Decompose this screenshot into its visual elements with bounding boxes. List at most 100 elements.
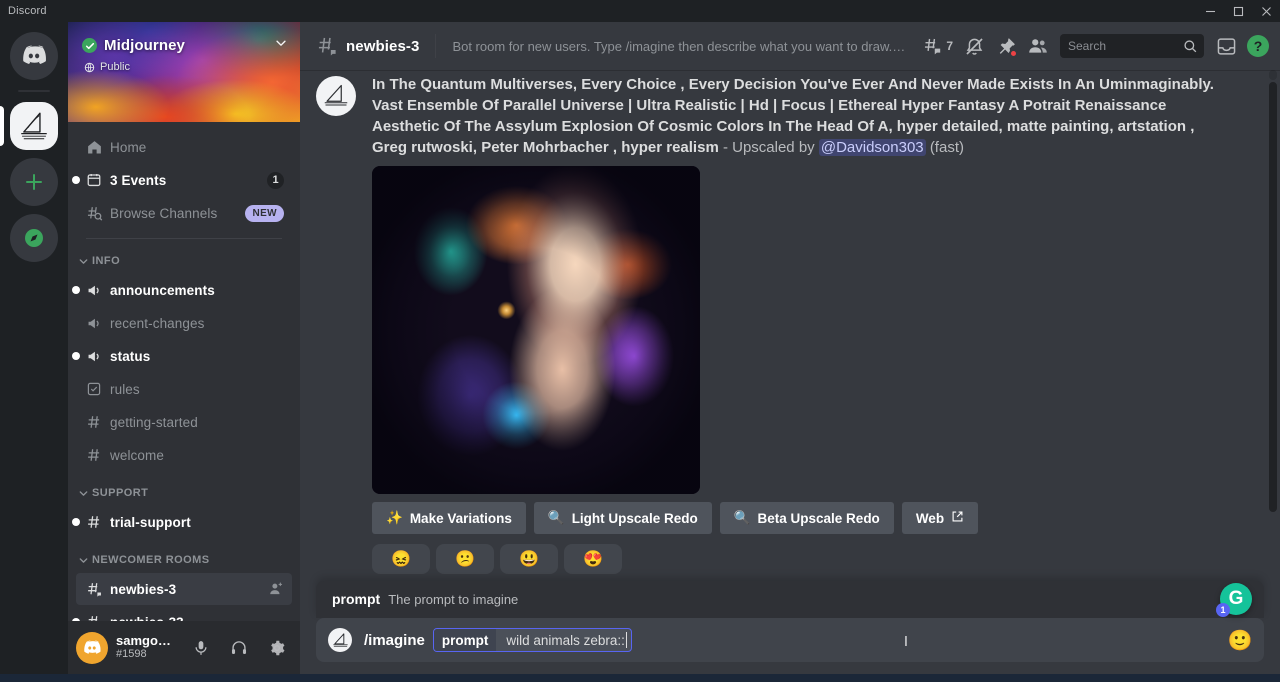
- message-action-buttons: ✨ Make Variations 🔍 Light Upscale Redo 🔍…: [372, 502, 1232, 534]
- help-icon[interactable]: ?: [1244, 30, 1272, 62]
- hash-thread-icon: [316, 35, 338, 57]
- sidebar-divider: [86, 238, 282, 239]
- sidebar-item-browse-channels-label: Browse Channels: [110, 206, 217, 221]
- heart-eyes-reaction[interactable]: 😍: [564, 544, 622, 574]
- search-input[interactable]: Search: [1060, 34, 1204, 58]
- command-argument-pill[interactable]: prompt wild animals zebra::: [433, 628, 632, 652]
- hash-icon: [84, 447, 104, 463]
- make-variations-label: Make Variations: [410, 511, 512, 526]
- header-divider: [435, 34, 436, 58]
- inbox-icon[interactable]: [1212, 30, 1240, 62]
- sidebar-item-recent-changes-label: recent-changes: [110, 316, 204, 331]
- sidebar-item-newbies-3[interactable]: newbies-3: [76, 573, 292, 605]
- close-button[interactable]: [1252, 0, 1280, 22]
- microphone-icon[interactable]: [186, 633, 216, 663]
- external-link-icon: [951, 510, 964, 526]
- magnifier-icon: 🔍: [734, 510, 751, 526]
- message-avatar[interactable]: [316, 76, 356, 574]
- server-rail-item-add[interactable]: [0, 158, 68, 206]
- title-bar: Discord: [0, 0, 1280, 22]
- message-scrollbar[interactable]: [1264, 70, 1280, 581]
- sidebar-item-recent-changes[interactable]: recent-changes: [76, 307, 292, 339]
- light-upscale-redo-label: Light Upscale Redo: [572, 511, 698, 526]
- server-rail-item-midjourney[interactable]: [0, 102, 68, 150]
- user-discriminator: #1598: [116, 648, 178, 661]
- sidebar-item-home[interactable]: Home: [76, 131, 292, 163]
- sidebar-item-rules[interactable]: rules: [76, 373, 292, 405]
- emoji-picker-icon[interactable]: 🙂: [1226, 626, 1254, 654]
- server-rail: [0, 22, 68, 674]
- server-banner[interactable]: Midjourney Public: [68, 22, 300, 122]
- rules-icon: [84, 381, 104, 397]
- scrollbar-thumb[interactable]: [1269, 82, 1277, 512]
- category-support[interactable]: SUPPORT: [68, 481, 300, 505]
- server-rail-item-discord[interactable]: [0, 32, 68, 80]
- notifications-muted-icon[interactable]: [960, 30, 988, 62]
- sidebar-item-browse-channels[interactable]: Browse Channels NEW: [76, 197, 292, 229]
- server-name-row[interactable]: Midjourney: [82, 36, 288, 55]
- server-name: Midjourney: [104, 37, 185, 54]
- command-argument-key: prompt: [434, 629, 497, 651]
- channel-topic[interactable]: Bot room for new users. Type /imagine th…: [452, 39, 907, 54]
- category-newcomer-rooms[interactable]: NEWCOMER ROOMS: [68, 548, 300, 572]
- web-button[interactable]: Web: [902, 502, 978, 534]
- beta-upscale-redo-button[interactable]: 🔍 Beta Upscale Redo: [720, 502, 894, 534]
- minimize-button[interactable]: [1196, 0, 1224, 22]
- hash-icon: [84, 514, 104, 530]
- category-info[interactable]: INFO: [68, 249, 300, 273]
- add-member-icon[interactable]: [268, 581, 284, 597]
- speed-label: (fast): [930, 139, 964, 156]
- new-badge: NEW: [245, 205, 284, 222]
- command-bot-avatar-icon: [328, 628, 352, 652]
- status-badge: [1009, 49, 1018, 58]
- chevron-down-icon: [78, 488, 89, 499]
- smiling-face-reaction[interactable]: 😃: [500, 544, 558, 574]
- gear-icon[interactable]: [262, 633, 292, 663]
- avatar[interactable]: [76, 632, 108, 664]
- message: In The Quantum Multiverses, Every Choice…: [300, 70, 1280, 574]
- header-actions: 7 Search: [919, 30, 1272, 62]
- sidebar-item-welcome[interactable]: welcome: [76, 439, 292, 471]
- sidebar-item-announcements-label: announcements: [110, 283, 215, 298]
- confused-face-reaction[interactable]: 😕: [436, 544, 494, 574]
- sidebar-item-getting-started[interactable]: getting-started: [76, 406, 292, 438]
- events-badge: 1: [267, 172, 284, 189]
- message-reactions: 😖 😕 😃 😍: [372, 544, 1232, 574]
- sidebar-item-events[interactable]: 3 Events 1: [76, 164, 292, 196]
- sidebar-item-status-label: status: [110, 349, 150, 364]
- threads-count: 7: [946, 39, 953, 53]
- server-privacy: Public: [82, 61, 288, 73]
- headset-icon[interactable]: [224, 633, 254, 663]
- sidebar-item-announcements[interactable]: announcements: [76, 274, 292, 306]
- hash-thread-icon: [84, 614, 104, 622]
- pinned-messages-icon[interactable]: [992, 30, 1020, 62]
- discord-window: Discord: [0, 0, 1280, 682]
- light-upscale-redo-button[interactable]: 🔍 Light Upscale Redo: [534, 502, 712, 534]
- active-server-indicator: [0, 106, 4, 146]
- message-input[interactable]: /imagine prompt wild animals zebra:: I 🙂: [316, 618, 1264, 662]
- threads-icon[interactable]: 7: [919, 30, 956, 62]
- midjourney-server-icon: [10, 102, 58, 150]
- sidebar-item-trial-support[interactable]: trial-support: [76, 506, 292, 538]
- user-mention[interactable]: @Davidson303: [819, 139, 926, 156]
- help-glyph: ?: [1247, 35, 1269, 57]
- text-caret: [626, 632, 627, 648]
- chevron-down-icon[interactable]: [274, 36, 288, 55]
- discord-home-icon: [10, 32, 58, 80]
- confounded-face-reaction[interactable]: 😖: [372, 544, 430, 574]
- sidebar-item-newbies-33[interactable]: newbies-33: [76, 606, 292, 621]
- server-rail-item-explore[interactable]: [0, 214, 68, 262]
- user-identity[interactable]: samgoodw... #1598: [116, 634, 178, 661]
- announcement-icon: [84, 315, 104, 332]
- maximize-button[interactable]: [1224, 0, 1252, 22]
- sidebar-item-status[interactable]: status: [76, 340, 292, 372]
- rail-divider: [18, 90, 50, 92]
- channel-list: Home 3 Events 1 Browse Channels: [68, 122, 300, 621]
- members-icon[interactable]: [1024, 30, 1052, 62]
- hash-icon: [84, 414, 104, 430]
- make-variations-button[interactable]: ✨ Make Variations: [372, 502, 526, 534]
- generated-image[interactable]: [372, 166, 700, 494]
- sidebar-item-trial-support-label: trial-support: [110, 515, 191, 530]
- grammarly-button[interactable]: G 1: [1220, 583, 1252, 615]
- command-argument-value: wild animals zebra::: [496, 629, 629, 651]
